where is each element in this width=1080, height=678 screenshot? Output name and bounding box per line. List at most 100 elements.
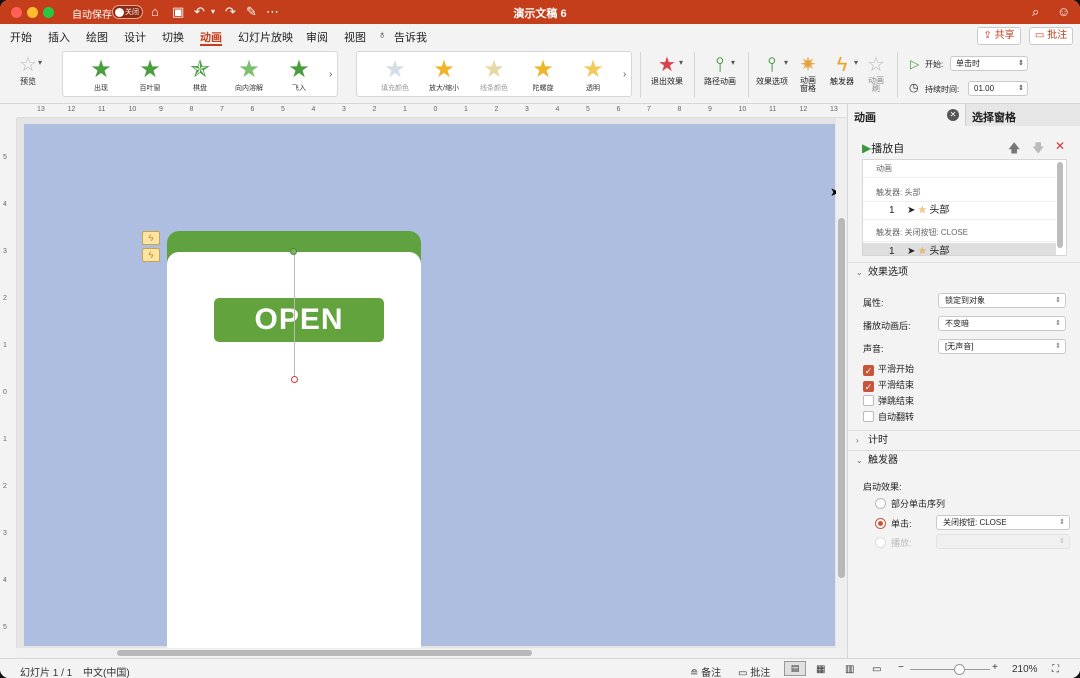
vertical-scrollbar[interactable] xyxy=(836,118,847,648)
ribbon-tabs: 开始 插入 绘图 设计 切换 动画 幻灯片放映 审阅 视图 ♁ 告诉我 ⇪ 共享… xyxy=(0,24,1080,46)
slide[interactable]: OPEN ϟ ϟ ➤ xyxy=(24,124,840,652)
checkbox-unchecked-icon xyxy=(863,395,874,406)
timing-section-header[interactable]: › 计时 xyxy=(848,430,1080,450)
tab-home[interactable]: 开始 xyxy=(10,29,32,45)
effect-fly-in-label: 飞入 xyxy=(292,85,306,92)
effect-transparency[interactable]: ★ 透明 xyxy=(569,56,617,93)
tab-insert[interactable]: 插入 xyxy=(48,29,70,45)
smooth-start-checkbox[interactable]: ✓ 平滑开始 xyxy=(863,362,914,376)
pane-close-icon[interactable]: ✕ xyxy=(947,109,959,121)
effect-line-color[interactable]: ★ 线条颜色 xyxy=(470,56,518,93)
notes-icon: ≘ xyxy=(690,668,702,678)
effect-dissolve-in[interactable]: ★ 向内溶解 xyxy=(225,56,273,93)
horizontal-scroll-thumb[interactable] xyxy=(117,650,532,656)
search-icon[interactable]: ⌕ xyxy=(1032,4,1039,20)
emphasis-star-icon: ✯ xyxy=(918,205,930,216)
pane-tab-selection[interactable]: 选择窗格 xyxy=(965,104,1080,126)
normal-view-icon[interactable]: ▤ xyxy=(784,661,806,676)
trigger-section-header[interactable]: ⌄ 触发器 xyxy=(848,450,1080,470)
zoom-in-icon[interactable]: + xyxy=(992,662,998,673)
reading-view-icon[interactable]: ▥ xyxy=(845,664,854,675)
animation-pane: 动画 ✕ 选择窗格 ▶播放自 🡅 🡇 ✕ 动画 触发器: 头部 1 ➤ ✯ 头部 … xyxy=(847,104,1080,658)
slide-sorter-icon[interactable]: ▦ xyxy=(816,664,825,675)
animation-painter-label: 动画刷 xyxy=(868,76,884,93)
horizontal-scrollbar[interactable] xyxy=(17,648,847,658)
preview-dropdown-icon[interactable]: ▾ xyxy=(38,58,42,67)
move-up-icon[interactable]: 🡅 xyxy=(1008,139,1020,160)
account-icon[interactable]: ☺ xyxy=(1057,4,1070,20)
effect-blinds[interactable]: ★ 百叶窗 xyxy=(126,56,174,93)
effect-options-dropdown-icon[interactable]: ▾ xyxy=(784,58,788,67)
effect-spin[interactable]: ★ 陀螺旋 xyxy=(519,56,567,93)
tab-draw[interactable]: 绘图 xyxy=(86,29,108,45)
trigger-lightning-icon[interactable]: ϟ xyxy=(142,231,160,245)
on-click-trigger-dropdown[interactable]: 关闭按钮: CLOSE ⇕ xyxy=(936,515,1070,530)
trigger-lightning-icon[interactable]: ϟ xyxy=(142,248,160,262)
comments-status-button[interactable]: ▭ 批注 xyxy=(738,664,770,678)
start-select[interactable]: 单击时 ⇕ xyxy=(950,56,1028,71)
motion-path-end-handle[interactable] xyxy=(291,376,298,383)
zoom-out-icon[interactable]: − xyxy=(898,662,904,673)
open-button-shape[interactable]: OPEN xyxy=(214,298,384,342)
tab-review[interactable]: 审阅 xyxy=(306,29,328,45)
effect-fly-in[interactable]: ★ 飞入 xyxy=(275,56,323,93)
bounce-end-checkbox[interactable]: 弹跳结束 xyxy=(863,394,914,407)
motion-path-start-handle[interactable] xyxy=(290,248,297,255)
on-play-radio[interactable]: 播放: xyxy=(875,536,912,549)
list-item[interactable]: 1 ➤ ✯ 头部 xyxy=(863,243,1056,256)
smooth-end-label: 平滑结束 xyxy=(878,380,915,390)
emphasis-star-icon: ✯ xyxy=(918,246,930,256)
part-of-click-sequence-radio[interactable]: 部分单击序列 xyxy=(875,497,945,510)
vertical-scroll-thumb[interactable] xyxy=(838,218,845,578)
effect-appear[interactable]: ★ 出现 xyxy=(77,56,125,93)
after-animation-dropdown[interactable]: 不变暗 ⇕ xyxy=(938,316,1066,331)
comments-button[interactable]: ▭ 批注 xyxy=(1029,27,1073,45)
slideshow-icon[interactable]: ▭ xyxy=(872,664,881,675)
section-title: 效果选项 xyxy=(868,267,908,278)
entrance-gallery-more-icon[interactable]: › xyxy=(329,69,332,80)
motion-path-line[interactable] xyxy=(294,252,295,380)
auto-reverse-checkbox[interactable]: 自动翻转 xyxy=(863,410,914,423)
zoom-slider-knob[interactable] xyxy=(954,664,965,675)
tell-me[interactable]: 告诉我 xyxy=(394,29,427,45)
effect-checkerboard[interactable]: ✯ 棋盘 xyxy=(176,56,224,93)
zoom-slider[interactable] xyxy=(910,669,990,670)
list-item[interactable]: 1 ➤ ✯ 头部 xyxy=(863,202,1056,220)
on-play-dropdown[interactable]: ⇕ xyxy=(936,534,1070,549)
effect-grow-shrink[interactable]: ★ 放大/缩小 xyxy=(420,56,468,93)
duration-stepper[interactable]: 01.00 ⇕ xyxy=(968,81,1028,96)
delete-icon[interactable]: ✕ xyxy=(1055,139,1065,153)
share-button[interactable]: ⇪ 共享 xyxy=(977,27,1021,45)
property-dropdown[interactable]: 锁定到对象 ⇕ xyxy=(938,293,1066,308)
tab-design[interactable]: 设计 xyxy=(124,29,146,45)
move-down-icon[interactable]: 🡇 xyxy=(1032,139,1044,160)
smooth-end-checkbox[interactable]: ✓ 平滑结束 xyxy=(863,378,914,392)
tab-view[interactable]: 视图 xyxy=(344,29,366,45)
fit-to-window-icon[interactable]: ⛶ xyxy=(1052,664,1059,675)
animation-painter-button[interactable]: ☆ 动画刷 xyxy=(863,53,889,93)
emphasis-gallery-more-icon[interactable]: › xyxy=(623,69,626,80)
language-indicator[interactable]: 中文(中国) xyxy=(83,664,130,678)
effect-fill-color[interactable]: ★ 填充颜色 xyxy=(371,56,419,93)
tab-slideshow[interactable]: 幻灯片放映 xyxy=(238,29,293,45)
on-play-label: 播放: xyxy=(891,538,912,548)
start-value: 单击时 xyxy=(956,59,980,68)
duration-value: 01.00 xyxy=(974,84,995,93)
ruler-tick-label: 11 xyxy=(769,106,777,113)
slide-counter: 幻灯片 1 / 1 xyxy=(20,668,73,678)
pane-tab-animation[interactable]: 动画 xyxy=(854,109,876,125)
animation-pane-button[interactable]: ✷ 动画 窗格 xyxy=(794,53,822,93)
trigger-dropdown-icon[interactable]: ▾ xyxy=(854,58,858,67)
on-click-radio[interactable]: 单击: xyxy=(875,517,912,530)
notes-button[interactable]: ≘ 备注 xyxy=(690,664,721,678)
tab-transitions[interactable]: 切换 xyxy=(162,29,184,45)
status-bar: 幻灯片 1 / 1 中文(中国) ≘ 备注 ▭ 批注 ▤ ▦ ▥ ▭ − + 2… xyxy=(0,658,1080,678)
list-scrollbar[interactable] xyxy=(1057,162,1063,248)
tab-animations[interactable]: 动画 xyxy=(200,29,222,45)
play-from-button[interactable]: ▶播放自 xyxy=(862,140,904,156)
zoom-level[interactable]: 210% xyxy=(1012,664,1038,675)
sound-dropdown[interactable]: [无声音] ⇕ xyxy=(938,339,1066,354)
path-dropdown-icon[interactable]: ▾ xyxy=(731,58,735,67)
exit-dropdown-icon[interactable]: ▾ xyxy=(679,58,683,67)
effect-options-section-header[interactable]: ⌄ 效果选项 xyxy=(848,262,1080,282)
